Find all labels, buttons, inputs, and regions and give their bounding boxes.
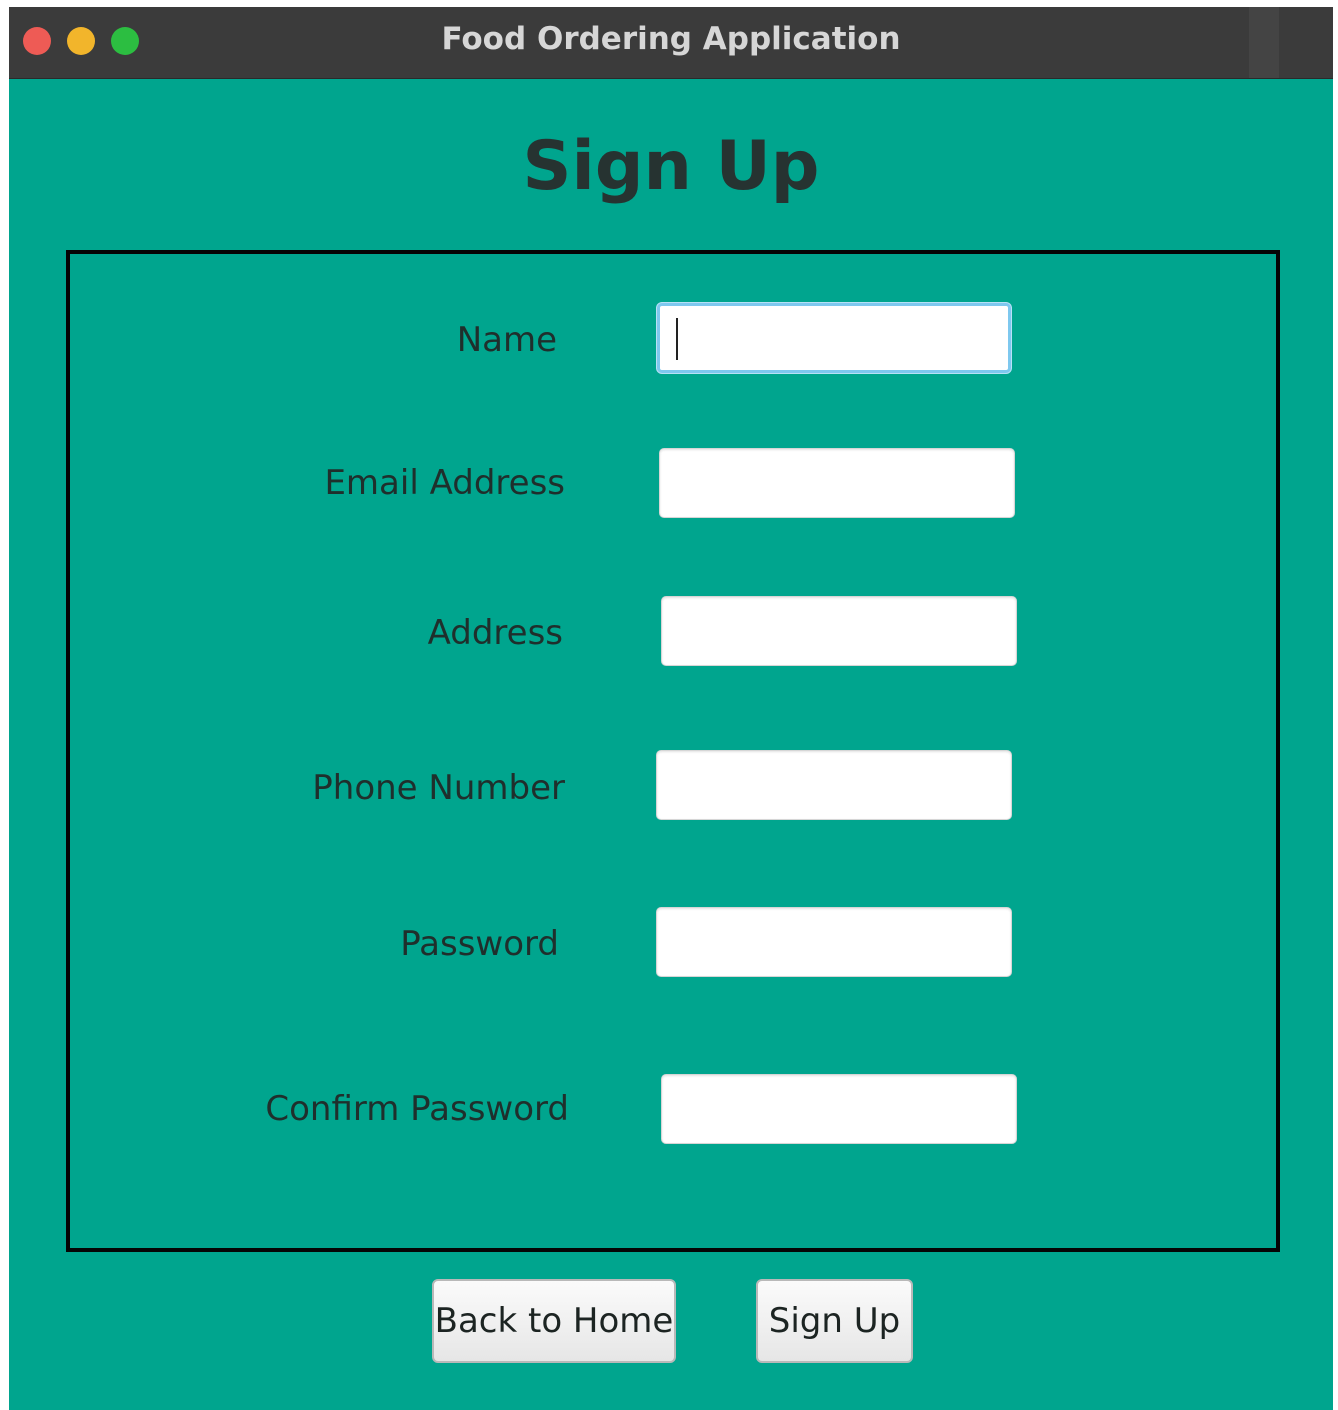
confirm-password-input[interactable] xyxy=(661,1074,1017,1144)
confirm-password-label: Confirm Password xyxy=(265,1089,569,1129)
password-input[interactable] xyxy=(656,907,1012,977)
back-to-home-button[interactable]: Back to Home xyxy=(432,1279,676,1363)
name-label: Name xyxy=(456,320,557,360)
title-bar: Food Ordering Application xyxy=(9,7,1333,79)
app-window: Food Ordering Application Sign Up Name E… xyxy=(9,7,1333,1410)
phone-number-input[interactable] xyxy=(656,750,1012,820)
page-title: Sign Up xyxy=(522,127,820,206)
sign-up-button[interactable]: Sign Up xyxy=(756,1279,913,1363)
address-label: Address xyxy=(427,613,563,653)
email-address-label: Email Address xyxy=(324,463,565,503)
titlebar-divider xyxy=(1249,7,1279,78)
email-address-input[interactable] xyxy=(659,448,1015,518)
window-title: Food Ordering Application xyxy=(441,21,901,57)
name-input[interactable] xyxy=(657,303,1011,373)
address-input[interactable] xyxy=(661,596,1017,666)
text-caret xyxy=(676,318,678,360)
phone-number-label: Phone Number xyxy=(312,768,565,808)
password-label: Password xyxy=(400,924,559,964)
